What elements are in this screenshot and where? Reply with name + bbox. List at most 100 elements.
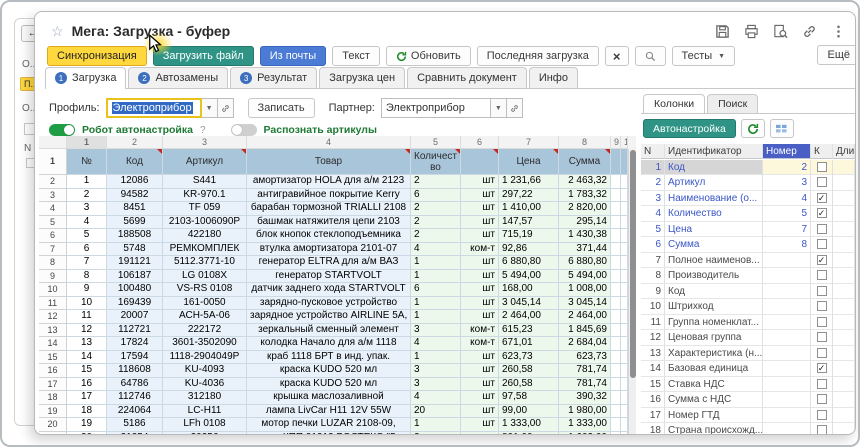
grid-cell[interactable]: опора КПП 21213 РОСТЕКО "5-и <box>247 432 411 436</box>
panel-cell-check[interactable]: ✓ <box>811 361 833 377</box>
panel-cell-check[interactable] <box>811 423 833 435</box>
panel-row[interactable]: 3Наименование (о...4✓ <box>641 191 855 207</box>
grid-cell[interactable] <box>621 189 628 203</box>
more-button[interactable]: Ещё <box>817 45 856 65</box>
panel-cell-n[interactable]: 14 <box>641 361 665 377</box>
grid-cell[interactable]: 1 <box>411 418 461 432</box>
grid-cell[interactable] <box>621 364 628 378</box>
grid-cell[interactable]: шт <box>461 202 499 216</box>
grid-cell[interactable]: 2 820,00 <box>559 202 611 216</box>
grid-cell[interactable]: KU-4036 <box>163 378 247 392</box>
panel-cell-check[interactable] <box>811 408 833 424</box>
panel-cell-n[interactable]: 18 <box>641 423 665 435</box>
panel-row[interactable]: 7Полное наименов...✓ <box>641 253 855 269</box>
save-icon[interactable] <box>714 23 731 39</box>
from-mail-button[interactable]: Из почты <box>260 46 327 66</box>
grid-cell[interactable]: 20 <box>411 405 461 419</box>
grid-cell[interactable]: зеркальный сменный элемент <box>247 324 411 338</box>
help-icon[interactable]: ? <box>200 125 206 136</box>
checkbox-checked[interactable]: ✓ <box>817 363 827 373</box>
panel-cell-length[interactable] <box>833 361 855 377</box>
preview-icon[interactable] <box>772 23 789 39</box>
grid-cell[interactable]: 2 <box>67 189 107 203</box>
grid-cell[interactable]: 615,23 <box>499 324 559 338</box>
grid-cell[interactable]: 5 494,00 <box>499 270 559 284</box>
row-number[interactable]: 2 <box>39 175 67 189</box>
grid-header-3[interactable]: Артикул <box>163 149 247 175</box>
row-number[interactable]: 7 <box>39 243 67 257</box>
panel-cell-identifier[interactable]: Сумма <box>665 237 763 253</box>
panel-cell-n[interactable]: 3 <box>641 191 665 207</box>
panel-header-2[interactable]: Идентификатор <box>665 144 763 159</box>
grid-cell[interactable]: 1 602,00 <box>559 432 611 436</box>
profile-input[interactable]: Электроприбор <box>106 98 202 118</box>
grid-cell[interactable] <box>611 351 621 365</box>
grid-header-2[interactable]: Код <box>107 149 163 175</box>
grid-cell[interactable] <box>611 216 621 230</box>
grid-cell[interactable]: 1 410,00 <box>499 202 559 216</box>
grid-cell[interactable] <box>621 324 628 338</box>
grid-cell[interactable]: LC-H11 <box>163 405 247 419</box>
grid-cell[interactable]: 17594 <box>107 351 163 365</box>
refresh-button[interactable]: Обновить <box>386 46 471 66</box>
panel-cell-check[interactable] <box>811 160 833 176</box>
grid-cell[interactable]: шт <box>461 256 499 270</box>
grid-cell[interactable] <box>621 229 628 243</box>
grid-cell[interactable]: 5186 <box>107 418 163 432</box>
row-number[interactable]: 8 <box>39 256 67 270</box>
panel-cell-number[interactable] <box>763 268 811 284</box>
grid-cell[interactable]: барабан тормозной TRIALLI 2108 <box>247 202 411 216</box>
grid-cell[interactable] <box>611 297 621 311</box>
grid-cell[interactable]: зарядно-пусковое устройство <box>247 297 411 311</box>
panel-row[interactable]: 5Цена7 <box>641 222 855 238</box>
grid-cell[interactable]: 12086 <box>107 175 163 189</box>
row-number[interactable]: 16 <box>39 364 67 378</box>
grid-cell[interactable] <box>611 310 621 324</box>
grid-cell[interactable] <box>621 283 628 297</box>
grid-cell[interactable]: 20007 <box>107 310 163 324</box>
panel-cell-n[interactable]: 15 <box>641 377 665 393</box>
grid-cell[interactable] <box>611 418 621 432</box>
grid-cell[interactable]: 1 783,32 <box>559 189 611 203</box>
grid-cell[interactable]: 99,00 <box>499 405 559 419</box>
grid-cell[interactable]: 161-0050 <box>163 297 247 311</box>
panel-cell-length[interactable] <box>833 346 855 362</box>
panel-cell-identifier[interactable]: Штрихкод <box>665 299 763 315</box>
panel-cell-n[interactable]: 10 <box>641 299 665 315</box>
panel-cell-number[interactable] <box>763 330 811 346</box>
panel-cell-n[interactable]: 5 <box>641 222 665 238</box>
column-number[interactable]: 3 <box>163 136 247 149</box>
checkbox-unchecked[interactable] <box>817 332 827 342</box>
panel-row[interactable]: 18Страна происхожд... <box>641 423 855 435</box>
grid-cell[interactable] <box>611 283 621 297</box>
grid-cell[interactable]: S441 <box>163 175 247 189</box>
grid-header-1[interactable]: № <box>67 149 107 175</box>
grid-cell[interactable]: 1 <box>411 297 461 311</box>
panel-cell-number[interactable] <box>763 315 811 331</box>
checkbox-unchecked[interactable] <box>817 379 827 389</box>
grid-cell[interactable] <box>621 270 628 284</box>
panel-cell-n[interactable]: 11 <box>641 315 665 331</box>
grid-cell[interactable]: генератор ELTRA для а/м ВАЗ <box>247 256 411 270</box>
grid-cell[interactable]: шт <box>461 189 499 203</box>
row-number[interactable]: 3 <box>39 189 67 203</box>
grid-cell[interactable]: 20 <box>67 432 107 436</box>
column-number[interactable]: 8 <box>559 136 611 149</box>
panel-cell-number[interactable] <box>763 392 811 408</box>
checkbox-unchecked[interactable] <box>817 317 827 327</box>
grid-cell[interactable]: 222172 <box>163 324 247 338</box>
grid-cell[interactable]: 1 <box>411 270 461 284</box>
grid-cell[interactable] <box>621 418 628 432</box>
checkbox-unchecked[interactable] <box>817 162 827 172</box>
profile-dropdown-button[interactable]: ▼ <box>202 98 218 118</box>
panel-cell-length[interactable] <box>833 408 855 424</box>
grid-vertical-scrollbar[interactable] <box>628 149 636 435</box>
grid-cell[interactable]: 5 494,00 <box>559 270 611 284</box>
grid-cell[interactable]: 8451 <box>107 202 163 216</box>
grid-cell[interactable]: 2 <box>411 216 461 230</box>
grid-cell[interactable]: крышка маслозаливной <box>247 391 411 405</box>
column-number[interactable]: 2 <box>107 136 163 149</box>
grid-cell[interactable]: 19 <box>67 418 107 432</box>
panel-cell-check[interactable]: ✓ <box>811 253 833 269</box>
search-button[interactable] <box>635 46 666 66</box>
